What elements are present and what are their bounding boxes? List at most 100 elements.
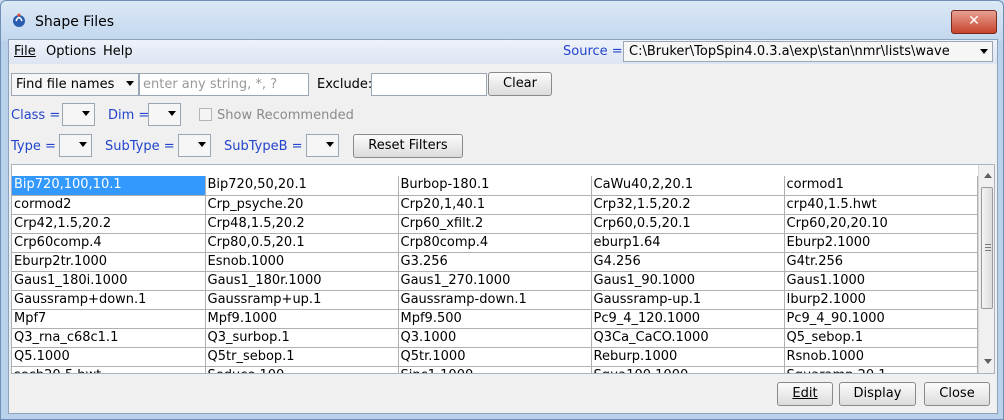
file-cell[interactable]: Crp60_xfilt.2 [398,214,592,234]
edit-button[interactable]: Edit [777,382,833,406]
file-cell[interactable]: Q3.1000 [398,328,592,348]
search-input[interactable]: enter any string, *, ? [139,73,309,96]
file-cell[interactable]: Crp20,1,40.1 [398,195,592,215]
file-cell[interactable]: Gaus1_90.1000 [591,271,785,291]
source-dropdown[interactable]: C:\Bruker\TopSpin4.0.3.a\exp\stan\nmr\li… [623,41,993,62]
file-cell[interactable]: Q3_rna_c68c1.1 [12,328,206,348]
vertical-scrollbar[interactable] [978,165,994,373]
exclude-label: Exclude: [317,77,373,92]
file-cell[interactable]: Crp80,0.5,20.1 [205,233,399,253]
table-row: Q3_rna_c68c1.1 Q3_surbop.1 Q3.1000 Q3Ca_CaC… [12,328,978,348]
file-cell[interactable]: Bip720,100,10.1 [12,176,206,196]
file-cell[interactable]: Q3Ca_CaCO.1000 [591,328,785,348]
source-path: C:\Bruker\TopSpin4.0.3.a\exp\stan\nmr\li… [629,44,950,59]
topspin-app-icon [13,13,25,27]
subtypeb-dropdown[interactable] [306,134,339,157]
chevron-down-icon [79,142,87,147]
menu-file[interactable]: File [14,44,36,59]
reset-filters-button[interactable]: Reset Filters [353,134,463,158]
file-cell[interactable]: Q3_surbop.1 [205,328,399,348]
class-dropdown[interactable] [62,103,95,126]
file-cell[interactable]: Eburp2.1000 [784,233,978,253]
file-cell[interactable]: Reburp.1000 [591,347,785,367]
file-cell[interactable]: Eburp2tr.1000 [12,252,206,272]
table-row: Q5.1000 Q5tr_sebop.1 Q5tr.1000 Reburp.1000 R… [12,347,978,367]
file-cell[interactable]: Mpf7 [12,309,206,329]
table-row: Gaus1_180i.1000 Gaus1_180r.1000 Gaus1_270.… [12,271,978,291]
exclude-input[interactable] [371,73,487,96]
table-row: cormod2 Crp_psyche.20 Crp20,1,40.1 Crp32,1.… [12,195,978,215]
clear-button[interactable]: Clear [488,72,552,96]
dim-dropdown[interactable] [148,103,181,126]
dim-label: Dim = [108,108,150,123]
file-cell[interactable]: Rsnob.1000 [784,347,978,367]
file-cell[interactable]: Crp60,20,20.10 [784,214,978,234]
file-cell[interactable]: Pc9_4_120.1000 [591,309,785,329]
subtype-dropdown[interactable] [178,134,211,157]
find-mode-value: Find file names [16,77,115,92]
file-cell[interactable]: Crp60,0.5,20.1 [591,214,785,234]
file-cell[interactable]: Gaus1.1000 [784,271,978,291]
file-cell[interactable]: Gaussramp+up.1 [205,290,399,310]
table-row: Crp60comp.4 Crp80,0.5,20.1 Crp80comp.4 ebur… [12,233,978,253]
file-cell[interactable]: Gaussramp-up.1 [591,290,785,310]
menu-options[interactable]: Options [46,44,96,59]
file-cell[interactable]: cormod1 [784,176,978,196]
grip-line [985,250,991,251]
file-cell[interactable]: sech20.5.hwt [12,366,206,373]
file-cell[interactable]: Gaus1_180r.1000 [205,271,399,291]
file-cell[interactable]: eburp1.64 [591,233,785,253]
file-cell[interactable]: Crp32,1.5,20.2 [591,195,785,215]
file-cell[interactable]: Crp48,1.5,20.2 [205,214,399,234]
scroll-down-icon[interactable] [984,359,992,364]
file-cell[interactable]: CaWu40,2,20.1 [591,176,785,196]
window-close-button[interactable]: ✕ [951,10,997,34]
file-cell[interactable]: Gaus1_180i.1000 [12,271,206,291]
chevron-down-icon [126,81,134,86]
find-mode-dropdown[interactable]: Find file names [11,73,139,96]
file-cell[interactable]: G4tr.256 [784,252,978,272]
file-cell[interactable]: Burbop-180.1 [398,176,592,196]
menu-file-label: File [14,44,36,59]
file-cell[interactable]: Esnob.1000 [205,252,399,272]
close-button[interactable]: Close [924,382,990,406]
file-cell[interactable]: cormod2 [12,195,206,215]
table-row: Bip720,100,10.1 Bip720,50,20.1 Burbop-180.… [12,176,978,196]
display-button[interactable]: Display [839,382,916,406]
file-cell[interactable]: Q5tr_sebop.1 [205,347,399,367]
file-cell[interactable]: Mpf9.500 [398,309,592,329]
file-cell[interactable]: Gaussramp-down.1 [398,290,592,310]
file-cell[interactable]: G3.256 [398,252,592,272]
file-cell[interactable]: Pc9_4_90.1000 [784,309,978,329]
type-dropdown[interactable] [59,134,92,157]
table-row: Gaussramp+down.1 Gaussramp+up.1 Gaussramp-… [12,290,978,310]
file-cell[interactable]: crp40,1.5.hwt [784,195,978,215]
file-cell[interactable]: Gaus1_270.1000 [398,271,592,291]
file-cell[interactable]: Seduce.100 [205,366,399,373]
subtypeb-label: SubTypeB = [224,139,303,154]
menu-help[interactable]: Help [103,44,133,59]
file-cell[interactable]: Q5tr.1000 [398,347,592,367]
file-cell[interactable]: Mpf9.1000 [205,309,399,329]
file-cell[interactable]: Gaussramp+down.1 [12,290,206,310]
file-cell[interactable]: Crp42,1.5,20.2 [12,214,206,234]
file-cell[interactable]: G4.256 [591,252,785,272]
file-cell[interactable]: Q5_sebop.1 [784,328,978,348]
title-bar: Shape Files ✕ [1,1,1003,41]
scrollbar-thumb[interactable] [981,187,993,309]
file-cell[interactable]: Q5.1000 [12,347,206,367]
file-cell[interactable]: Crp_psyche.20 [205,195,399,215]
file-cell[interactable]: Sinc1.1000 [398,366,592,373]
type-label: Type = [11,139,56,154]
file-cell[interactable]: Squaramp.20.1 [784,366,978,373]
client-area: File Options Help Source = C:\Bruker\Top… [8,39,998,414]
file-cell[interactable]: Crp60comp.4 [12,233,206,253]
scroll-up-icon[interactable] [984,173,992,178]
file-cell[interactable]: Crp80comp.4 [398,233,592,253]
table-row: Mpf7 Mpf9.1000 Mpf9.500 Pc9_4_120.1000 Pc9_4… [12,309,978,329]
show-recommended-checkbox[interactable] [199,108,212,121]
file-cell[interactable]: Iburp2.1000 [784,290,978,310]
chevron-down-icon [326,142,334,147]
file-cell[interactable]: Squa100.1000 [591,366,785,373]
file-cell[interactable]: Bip720,50,20.1 [205,176,399,196]
